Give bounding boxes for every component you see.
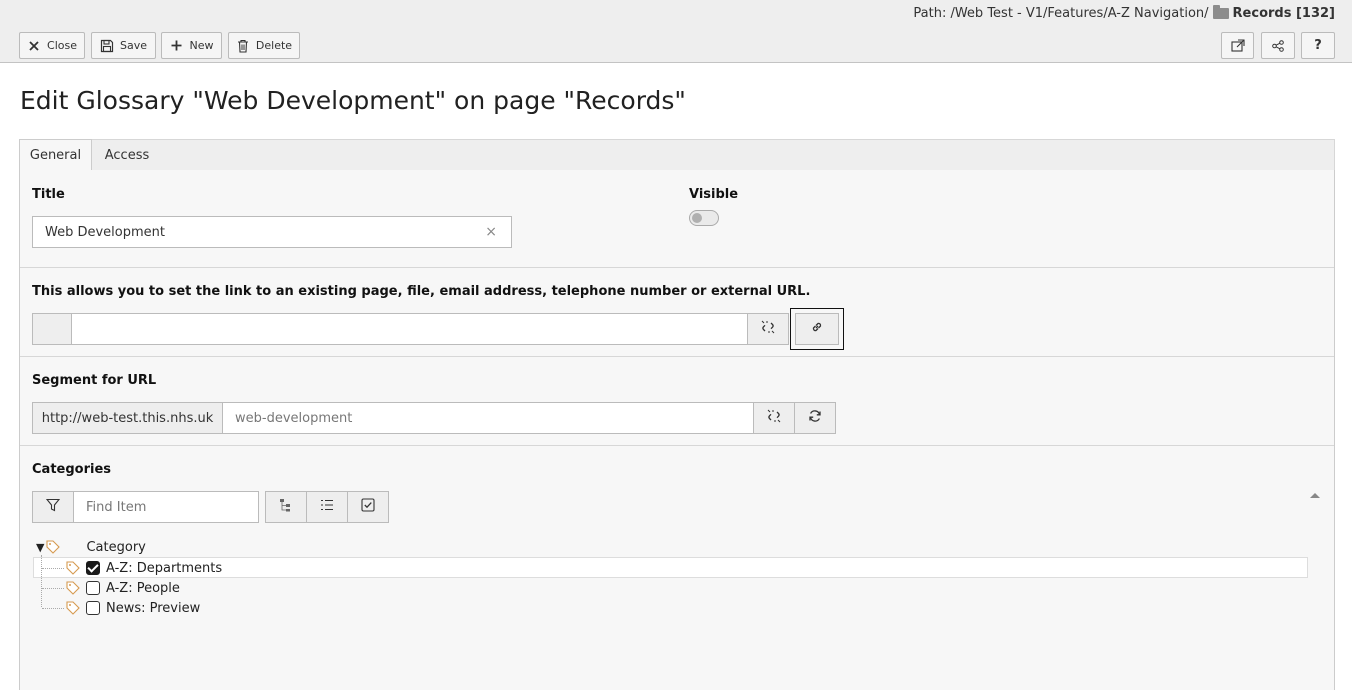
tree-item[interactable]: A-Z: People: [42, 578, 180, 598]
filter-addon: [32, 491, 74, 523]
clear-icon[interactable]: ×: [485, 224, 497, 240]
title-field-label: Title: [32, 187, 65, 202]
link-browser-button[interactable]: [795, 313, 839, 345]
tree-item[interactable]: A-Z: Departments: [42, 558, 222, 578]
segment-refresh-button[interactable]: [794, 402, 836, 434]
tree-root-label: Category: [86, 539, 146, 555]
close-icon: [27, 39, 41, 53]
visible-toggle[interactable]: [689, 210, 719, 226]
unlink-icon: [761, 320, 775, 338]
tree-item[interactable]: News: Preview: [42, 598, 200, 618]
unlink-icon: [767, 409, 781, 427]
segment-input-placeholder: web-development: [235, 410, 353, 426]
delete-button-label: Delete: [255, 39, 293, 52]
new-button-label: New: [189, 39, 214, 52]
tree-connector: [42, 567, 64, 569]
unlink-button[interactable]: [747, 313, 789, 345]
title-input-value: Web Development: [45, 224, 165, 240]
segment-input[interactable]: web-development: [222, 402, 754, 434]
breadcrumb: Path: /Web Test - V1/Features/A-Z Naviga…: [913, 5, 1335, 21]
tab-bar: General Access: [19, 139, 1335, 172]
tag-icon: [66, 561, 80, 575]
category-checkbox[interactable]: [86, 581, 100, 595]
page-title: Edit Glossary "Web Development" on page …: [20, 86, 686, 115]
share-button[interactable]: [1261, 32, 1295, 59]
plus-icon: [170, 39, 184, 53]
divider: [20, 445, 1334, 446]
close-button-label: Close: [47, 39, 77, 52]
select-all-button[interactable]: [347, 491, 389, 523]
tree-item-label: A-Z: Departments: [106, 560, 223, 576]
visible-field-label: Visible: [689, 187, 739, 202]
help-button[interactable]: ?: [1301, 32, 1335, 59]
caret-down-icon[interactable]: ▼: [36, 541, 44, 554]
link-type-addon: [32, 313, 72, 345]
tree-icon: [279, 498, 293, 516]
tree-connector: [42, 587, 64, 589]
doc-header: Path: /Web Test - V1/Features/A-Z Naviga…: [0, 0, 1352, 63]
link-input[interactable]: [71, 313, 748, 345]
save-icon: [100, 39, 114, 53]
list-icon: [320, 498, 334, 516]
trash-icon: [236, 39, 250, 53]
tree-item-label: News: Preview: [106, 600, 201, 616]
segment-unlink-button[interactable]: [753, 402, 795, 434]
category-filter-placeholder: Find Item: [86, 499, 147, 515]
tree-scrollbar[interactable]: [1305, 485, 1325, 669]
open-new-window-button[interactable]: [1221, 32, 1254, 59]
share-icon: [1272, 39, 1284, 52]
tag-icon: [66, 581, 80, 595]
tab-access[interactable]: Access: [94, 139, 160, 172]
categories-field-label: Categories: [32, 462, 112, 477]
scroll-up-icon[interactable]: [1305, 485, 1325, 505]
category-checkbox[interactable]: [86, 561, 100, 575]
segment-field-label: Segment for URL: [32, 373, 157, 388]
open-window-icon: [1230, 39, 1245, 52]
tab-access-label: Access: [104, 148, 150, 163]
save-button-label: Save: [119, 39, 147, 52]
tree-root[interactable]: ▼ Category: [36, 537, 146, 557]
divider: [20, 356, 1334, 357]
folder-icon: [1212, 5, 1229, 19]
check-all-icon: [361, 498, 375, 516]
tab-general[interactable]: General: [19, 139, 92, 172]
segment-prefix-text: http://web-test.this.nhs.uk: [41, 410, 214, 426]
expand-collapse-button[interactable]: [265, 491, 307, 523]
show-selected-button[interactable]: [306, 491, 348, 523]
tag-icon: [46, 540, 61, 554]
toggle-knob: [692, 213, 702, 223]
segment-prefix: http://web-test.this.nhs.uk: [32, 402, 223, 434]
tree-connector: [42, 607, 64, 609]
help-icon: ?: [1314, 38, 1322, 53]
tree-item-label: A-Z: People: [106, 580, 180, 596]
breadcrumb-path: Path: /Web Test - V1/Features/A-Z Naviga…: [913, 6, 1209, 21]
link-icon: [810, 320, 824, 338]
breadcrumb-current: Records [132]: [1232, 6, 1335, 21]
tag-icon: [66, 601, 80, 615]
save-button[interactable]: Save: [91, 32, 156, 59]
form-panel: Title Web Development × Visible This all…: [19, 170, 1335, 690]
filter-icon: [45, 498, 61, 516]
link-field-label: This allows you to set the link to an ex…: [32, 284, 811, 299]
tree-row-highlight: [33, 557, 1308, 578]
tab-general-label: General: [29, 148, 82, 163]
delete-button[interactable]: Delete: [228, 32, 300, 59]
close-button[interactable]: Close: [19, 32, 85, 59]
divider: [20, 267, 1334, 268]
category-checkbox[interactable]: [86, 601, 100, 615]
title-input[interactable]: Web Development ×: [32, 216, 512, 248]
new-button[interactable]: New: [161, 32, 222, 59]
refresh-icon: [808, 409, 822, 427]
category-filter-input[interactable]: Find Item: [73, 491, 259, 523]
